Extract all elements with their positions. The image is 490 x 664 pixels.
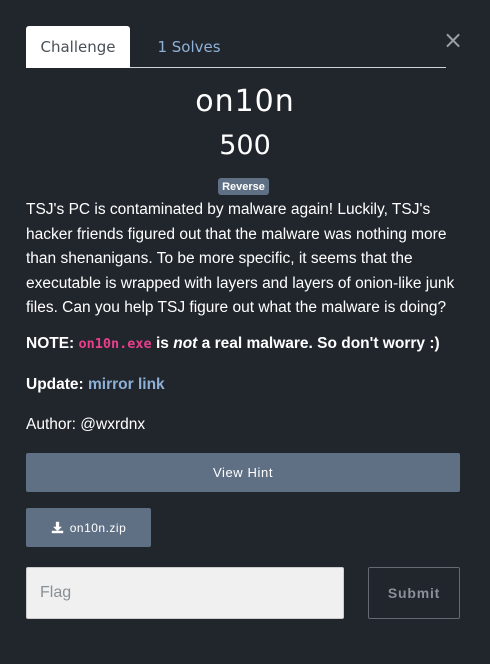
tab-solves-label: 1 Solves [157,38,221,56]
category-badge: Reverse [218,178,269,195]
submit-button[interactable]: Submit [368,567,460,619]
challenge-description: TSJ's PC is contaminated by malware agai… [26,201,455,316]
note-line: NOTE: on10n.exe is not a real malware. S… [26,333,466,355]
tab-challenge-label: Challenge [40,38,116,56]
note-label: NOTE: [26,335,75,352]
update-line: Update: mirror link [26,374,466,396]
download-icon [51,521,63,534]
note-code: on10n.exe [78,336,152,352]
view-hint-label: View Hint [212,465,274,480]
view-hint-button[interactable]: View Hint [26,453,460,492]
close-icon[interactable]: × [443,28,463,52]
submit-label: Submit [387,585,441,601]
challenge-title: on10n [195,84,295,119]
note-not: not [173,335,198,352]
update-label: Update: [26,376,84,393]
challenge-points: 500 [219,130,271,161]
flag-input[interactable] [26,567,344,619]
tab-bar: Challenge 1 Solves [26,26,446,68]
note-rest: a real malware. So don't worry :) [201,335,440,352]
tab-challenge[interactable]: Challenge [26,26,130,68]
download-file-button[interactable]: on10n.zip [26,508,151,547]
note-is: is [156,335,169,352]
file-name: on10n.zip [69,520,127,535]
tab-solves[interactable]: 1 Solves [130,26,248,68]
challenge-modal: Challenge 1 Solves × on10n 500 Reverse T… [0,0,490,664]
author-line: Author: @wxrdnx [26,416,146,433]
mirror-link[interactable]: mirror link [88,376,165,393]
